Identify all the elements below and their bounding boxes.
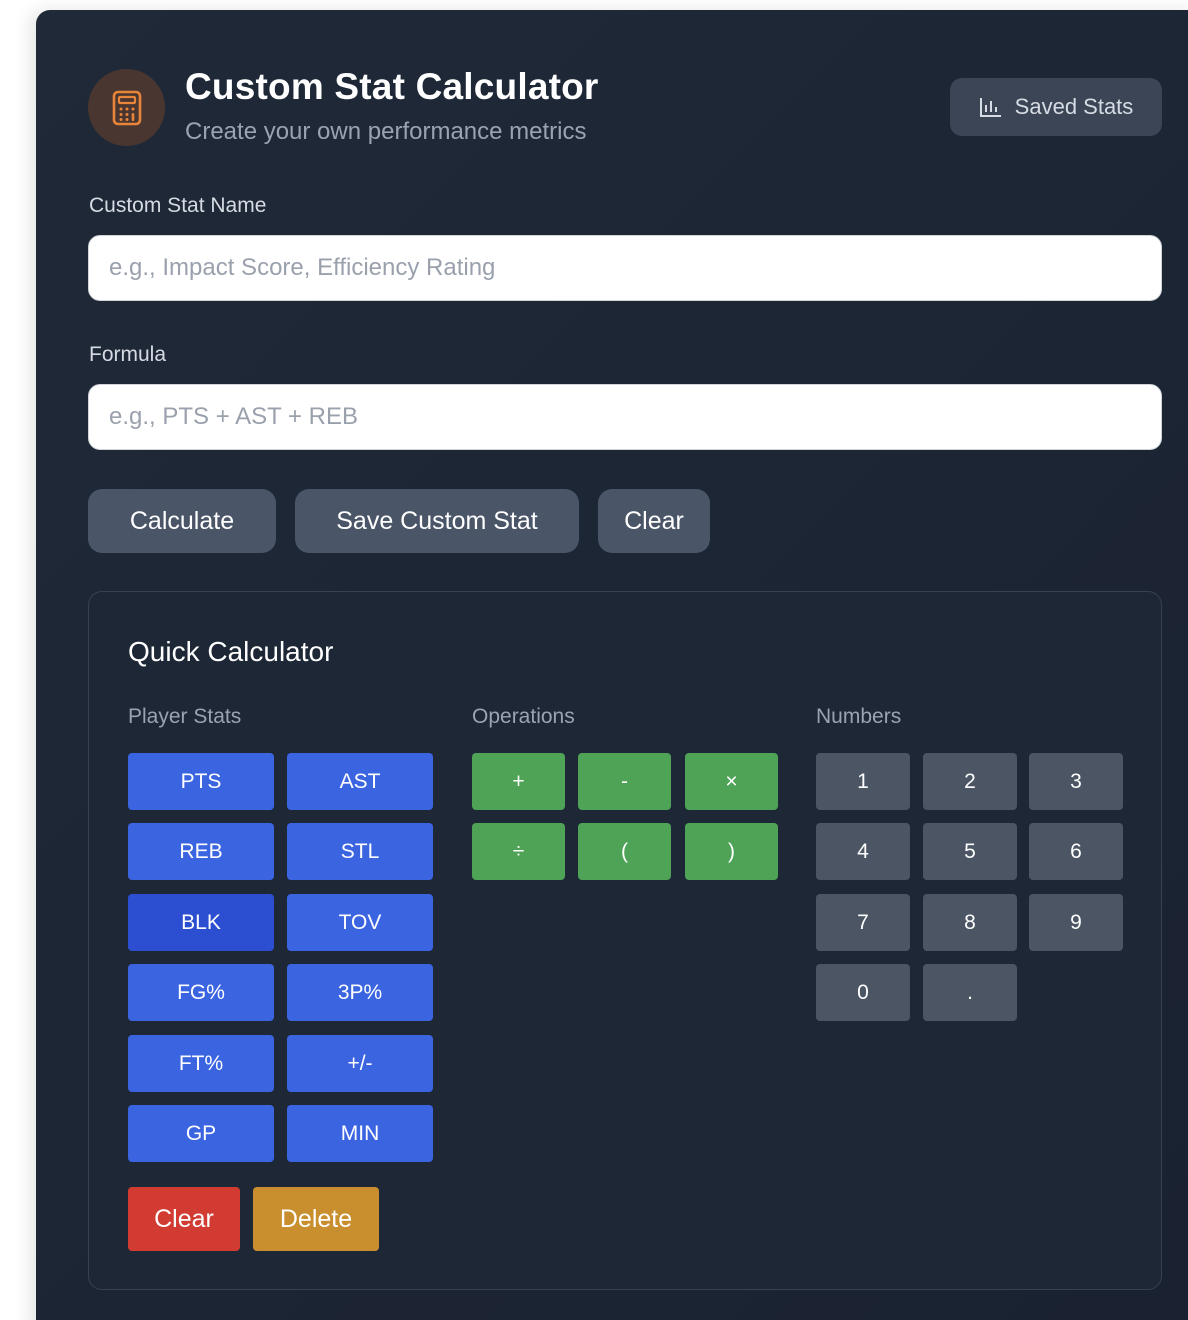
player-stats-label: Player Stats bbox=[128, 705, 242, 728]
op-button-minus[interactable]: - bbox=[578, 753, 671, 810]
num-button-3[interactable]: 3 bbox=[1029, 753, 1123, 810]
numbers-label: Numbers bbox=[816, 705, 902, 728]
num-button-1[interactable]: 1 bbox=[816, 753, 910, 810]
operations-label: Operations bbox=[472, 705, 575, 728]
page-subtitle: Create your own performance metrics bbox=[185, 118, 587, 145]
stat-name-label: Custom Stat Name bbox=[89, 194, 267, 217]
page-title: Custom Stat Calculator bbox=[185, 66, 599, 107]
stat-button-3p-pct[interactable]: 3P% bbox=[287, 964, 433, 1021]
clear-form-button[interactable]: Clear bbox=[598, 489, 710, 553]
op-button-multiply[interactable]: × bbox=[685, 753, 778, 810]
num-button-0[interactable]: 0 bbox=[816, 964, 910, 1021]
stat-button-fg-pct[interactable]: FG% bbox=[128, 964, 274, 1021]
stat-name-input[interactable] bbox=[88, 235, 1162, 301]
stat-button-ast[interactable]: AST bbox=[287, 753, 433, 810]
calculator-icon bbox=[112, 90, 141, 125]
clear-formula-button[interactable]: Clear bbox=[128, 1187, 240, 1251]
num-button-6[interactable]: 6 bbox=[1029, 823, 1123, 880]
calculate-button[interactable]: Calculate bbox=[88, 489, 276, 553]
stat-button-plus-minus[interactable]: +/- bbox=[287, 1035, 433, 1092]
num-button-5[interactable]: 5 bbox=[923, 823, 1017, 880]
stat-button-stl[interactable]: STL bbox=[287, 823, 433, 880]
num-button-9[interactable]: 9 bbox=[1029, 894, 1123, 951]
num-button-decimal[interactable]: . bbox=[923, 964, 1017, 1021]
quick-calculator: Quick Calculator Player Stats Operations… bbox=[88, 591, 1162, 1290]
stat-button-reb[interactable]: REB bbox=[128, 823, 274, 880]
op-button-open-paren[interactable]: ( bbox=[578, 823, 671, 880]
num-button-4[interactable]: 4 bbox=[816, 823, 910, 880]
stat-button-tov[interactable]: TOV bbox=[287, 894, 433, 951]
stat-button-ft-pct[interactable]: FT% bbox=[128, 1035, 274, 1092]
saved-stats-label: Saved Stats bbox=[1014, 94, 1134, 119]
stat-button-min[interactable]: MIN bbox=[287, 1105, 433, 1162]
formula-label: Formula bbox=[89, 343, 167, 366]
calculator-panel: Custom Stat Calculator Create your own p… bbox=[36, 10, 1188, 1320]
op-button-divide[interactable]: ÷ bbox=[472, 823, 565, 880]
stat-button-pts[interactable]: PTS bbox=[128, 753, 274, 810]
save-custom-stat-button[interactable]: Save Custom Stat bbox=[295, 489, 579, 553]
logo bbox=[88, 69, 165, 146]
num-button-8[interactable]: 8 bbox=[923, 894, 1017, 951]
op-button-close-paren[interactable]: ) bbox=[685, 823, 778, 880]
quick-calculator-title: Quick Calculator bbox=[128, 636, 334, 667]
formula-input[interactable] bbox=[88, 384, 1162, 450]
saved-stats-button[interactable]: Saved Stats bbox=[950, 78, 1162, 136]
bar-chart-icon bbox=[979, 98, 1001, 117]
num-button-2[interactable]: 2 bbox=[923, 753, 1017, 810]
num-button-7[interactable]: 7 bbox=[816, 894, 910, 951]
stat-button-gp[interactable]: GP bbox=[128, 1105, 274, 1162]
stat-button-blk[interactable]: BLK bbox=[128, 894, 274, 951]
op-button-plus[interactable]: + bbox=[472, 753, 565, 810]
delete-button[interactable]: Delete bbox=[253, 1187, 379, 1251]
